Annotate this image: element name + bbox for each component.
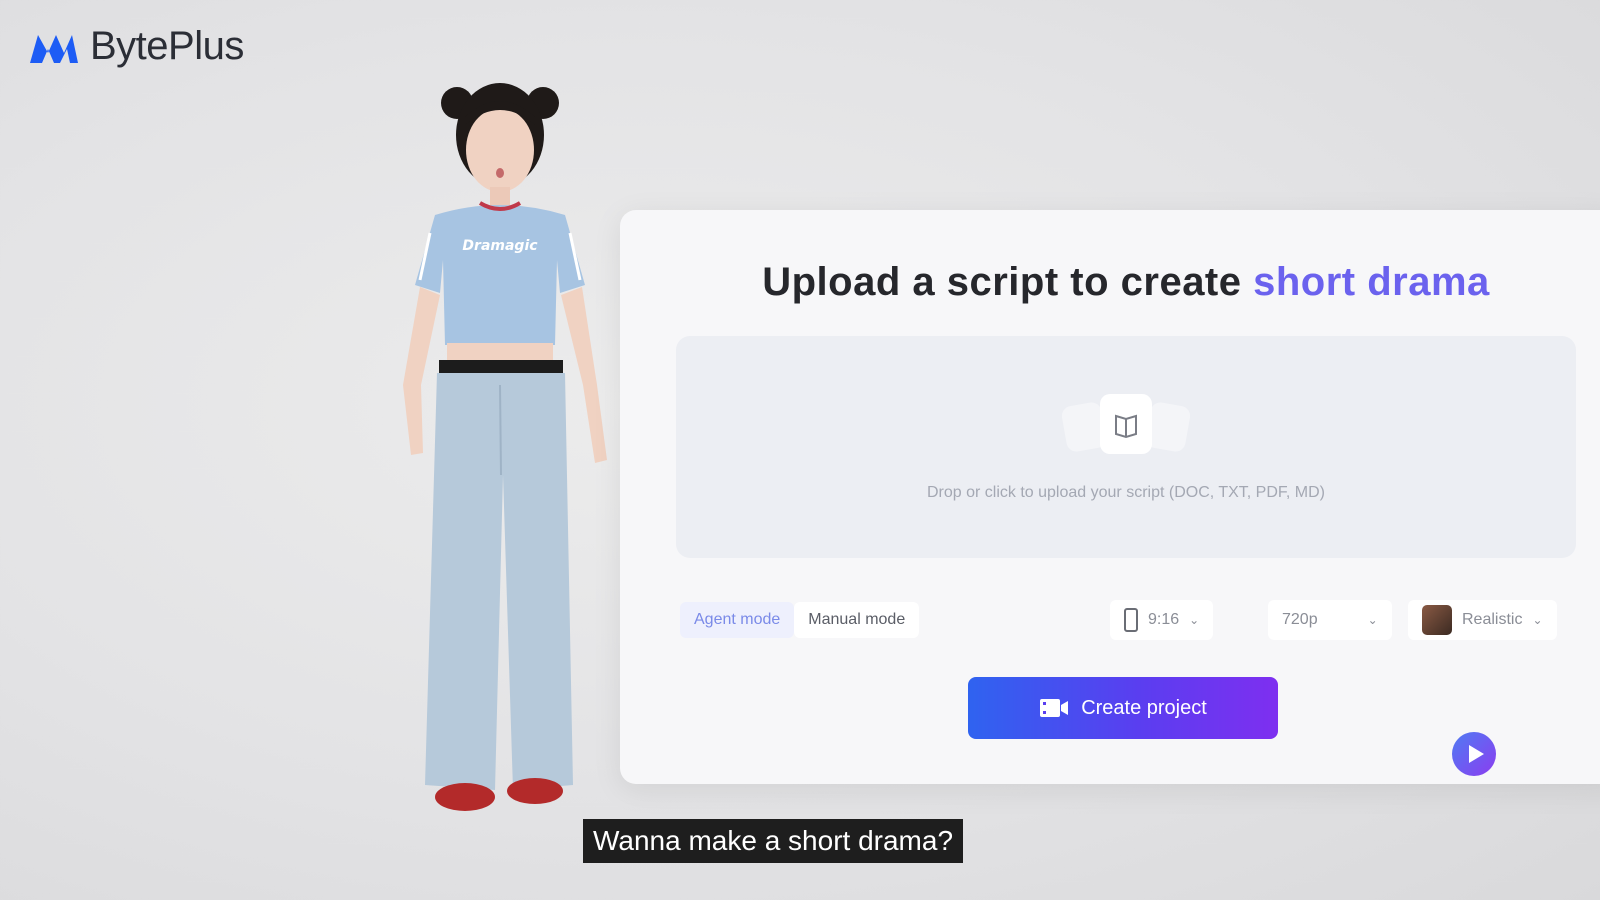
create-project-button[interactable]: Create project [968,677,1278,739]
resolution-value: 720p [1282,611,1318,628]
chevron-down-icon: ⌄ [1367,613,1378,627]
resolution-select[interactable]: 720p ⌄ [1268,600,1392,640]
upload-hint: Drop or click to upload your script (DOC… [926,484,1326,501]
play-icon[interactable] [1450,730,1498,778]
create-drama-panel: Upload a script to create short drama Dr… [620,210,1600,784]
mode-tabs: Agent mode Manual mode [680,602,920,638]
panel-title-prefix: Upload a script to create [762,260,1254,304]
panel-title: Upload a script to create short drama [620,260,1600,305]
shirt-print: Dramagic [462,238,538,254]
video-caption: Wanna make a short drama? [583,819,964,863]
phone-icon [1124,608,1138,632]
style-select[interactable]: Realistic ⌄ [1408,600,1557,640]
brand-name: BytePlus [90,24,244,68]
brand-logo: BytePlus [28,24,244,69]
chevron-down-icon: ⌄ [1189,613,1200,627]
byteplus-logo-icon [30,34,78,63]
create-project-label: Create project [1081,696,1207,719]
film-icon [1040,699,1069,717]
presenter-figure: Dramagic [403,83,607,811]
chevron-down-icon: ⌄ [1532,613,1543,627]
style-avatar [1422,605,1452,635]
book-icon [1061,394,1191,454]
aspect-ratio-select[interactable]: 9:16 ⌄ [1110,600,1214,640]
tab-manual-mode[interactable]: Manual mode [794,602,920,638]
aspect-ratio-value: 9:16 [1148,611,1180,628]
script-upload-dropzone[interactable]: Drop or click to upload your script (DOC… [676,336,1576,558]
style-value: Realistic [1462,611,1523,628]
tab-agent-mode[interactable]: Agent mode [680,602,795,638]
panel-title-accent: short drama [1253,260,1490,304]
